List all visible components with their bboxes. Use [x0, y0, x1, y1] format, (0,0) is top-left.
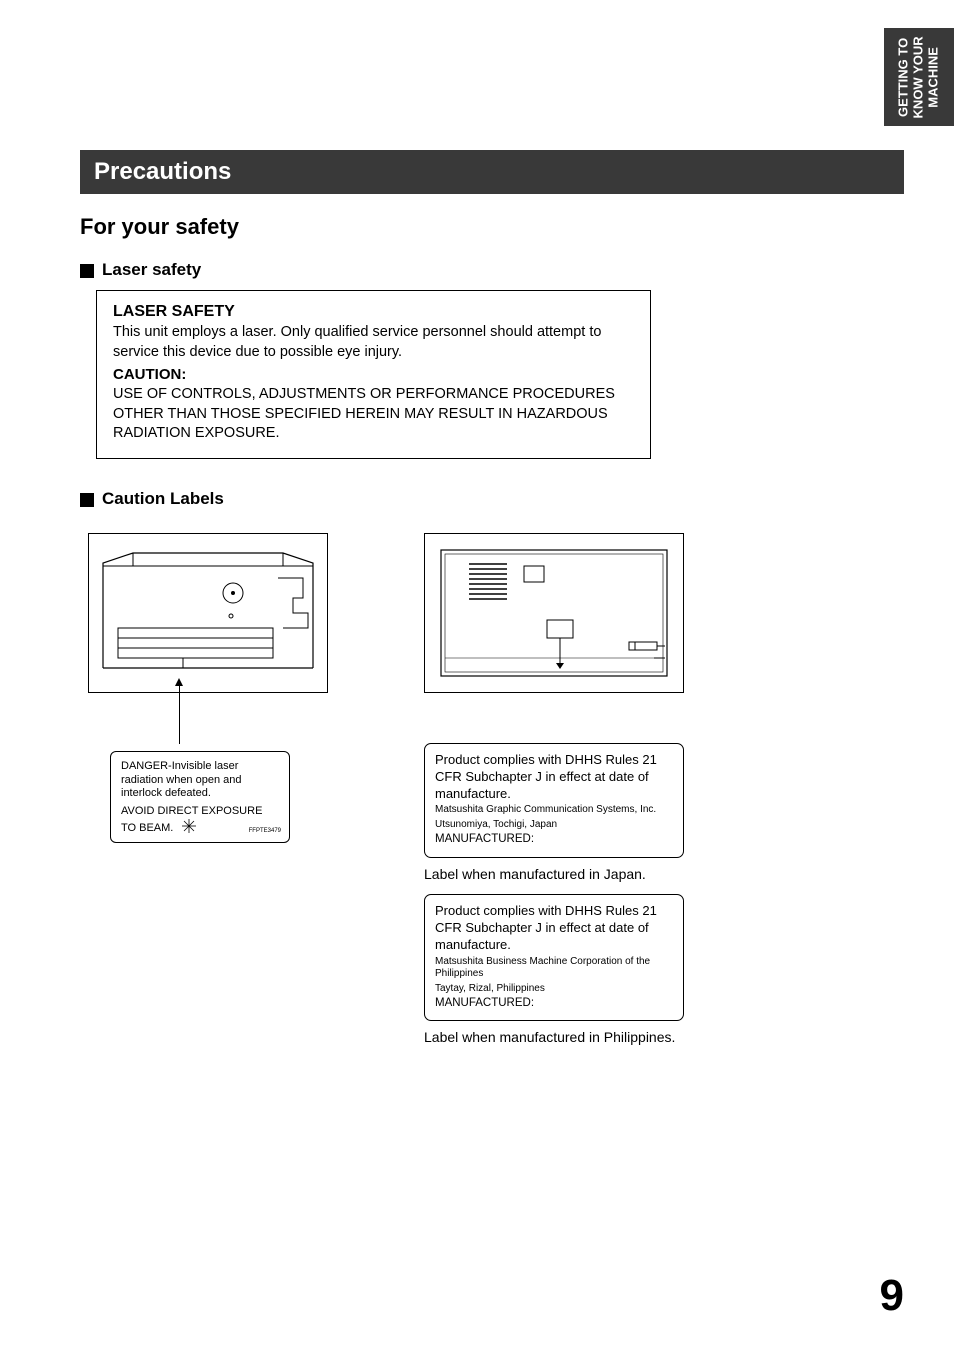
laser-burst-icon — [182, 819, 196, 833]
figure-bottom-diagram — [424, 533, 684, 693]
compliance-ph-made: MANUFACTURED: — [435, 996, 673, 1010]
compliance-ph-mfr: Matsushita Business Machine Corporation … — [435, 956, 673, 981]
arrow-down-icon — [179, 684, 180, 744]
caution-labels-heading: Caution Labels — [102, 489, 224, 509]
laser-safety-row: Laser safety — [80, 252, 904, 290]
caution-text: USE OF CONTROLS, ADJUSTMENTS OR PERFORMA… — [113, 385, 634, 444]
danger-label-micro: FFPTE3479 — [249, 828, 281, 836]
for-your-safety-heading: For your safety — [80, 214, 904, 240]
caption-philippines: Label when manufactured in Philippines. — [424, 1029, 716, 1045]
compliance-japan-text: Product complies with DHHS Rules 21 CFR … — [435, 752, 673, 803]
compliance-japan-loc: Utsunomiya, Tochigi, Japan — [435, 819, 673, 832]
internal-diagram-svg — [93, 538, 323, 688]
compliance-japan-mfr: Matsushita Graphic Communication Systems… — [435, 804, 673, 817]
columns: DANGER-Invisible laser radiation when op… — [80, 533, 904, 1046]
left-column: DANGER-Invisible laser radiation when op… — [80, 533, 340, 1046]
laser-safety-heading: Laser safety — [102, 260, 201, 280]
caption-japan: Label when manufactured in Japan. — [424, 866, 716, 882]
laser-safety-box: LASER SAFETY This unit employs a laser. … — [96, 290, 651, 459]
side-tab-text: GETTING TO KNOW YOUR MACHINE — [897, 36, 942, 118]
bottom-diagram-svg — [429, 538, 679, 688]
side-tab-line3: MACHINE — [925, 47, 940, 108]
figure-internal-diagram — [88, 533, 328, 693]
side-tab-line1: GETTING TO — [896, 37, 911, 116]
right-column: Product complies with DHHS Rules 21 CFR … — [416, 533, 716, 1046]
square-bullet-icon — [80, 493, 94, 507]
caution-labels-row: Caution Labels — [80, 481, 904, 519]
safety-box-text: This unit employs a laser. Only qualifie… — [113, 323, 634, 362]
section-title-bar: Precautions — [80, 150, 904, 194]
compliance-ph-text: Product complies with DHHS Rules 21 CFR … — [435, 903, 673, 954]
compliance-label-philippines: Product complies with DHHS Rules 21 CFR … — [424, 894, 684, 1022]
danger-label-box: DANGER-Invisible laser radiation when op… — [110, 751, 290, 843]
safety-box-title: LASER SAFETY — [113, 303, 634, 321]
compliance-label-japan: Product complies with DHHS Rules 21 CFR … — [424, 743, 684, 858]
section-title: Precautions — [94, 158, 231, 185]
compliance-ph-loc: Taytay, Rizal, Philippines — [435, 983, 673, 996]
page: GETTING TO KNOW YOUR MACHINE Precautions… — [0, 0, 954, 1351]
compliance-japan-made: MANUFACTURED: — [435, 832, 673, 846]
side-tab: GETTING TO KNOW YOUR MACHINE — [884, 28, 954, 126]
side-tab-line2: KNOW YOUR — [911, 36, 926, 118]
caution-title: CAUTION: — [113, 366, 634, 383]
square-bullet-icon — [80, 264, 94, 278]
page-number: 9 — [880, 1271, 904, 1321]
danger-label-text1: DANGER-Invisible laser radiation when op… — [121, 760, 279, 801]
